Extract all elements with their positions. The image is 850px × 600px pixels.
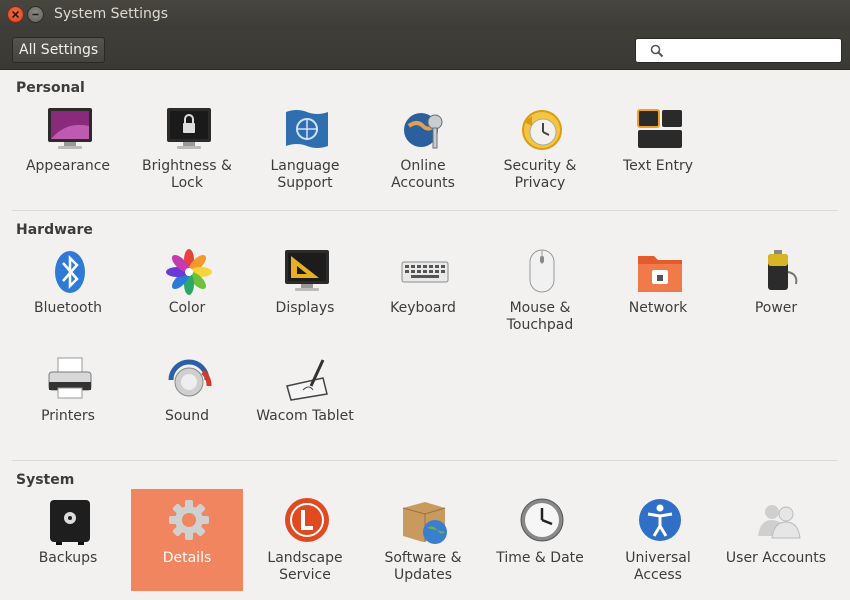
- item-label: Online Accounts: [391, 158, 455, 191]
- software-updates-icon: [402, 502, 447, 544]
- all-settings-button[interactable]: All Settings: [12, 37, 106, 63]
- window-title: System Settings: [54, 6, 169, 22]
- item-label: Text Entry: [622, 158, 693, 174]
- clock-icon: [520, 498, 564, 542]
- item-label: Color: [168, 300, 206, 316]
- item-label: Power: [754, 300, 798, 316]
- color-icon: [166, 249, 212, 295]
- item-label: Software & Updates: [384, 550, 462, 583]
- universal-access-icon: [639, 499, 681, 541]
- keyboard-icon: [401, 261, 449, 283]
- appearance-icon: [48, 108, 92, 149]
- power-icon: [768, 250, 798, 290]
- minimize-icon: [32, 13, 39, 16]
- system-settings-window: System Settings All Settings Personal Ap…: [0, 0, 850, 600]
- security-privacy-icon: [522, 110, 562, 150]
- section-separator: [12, 460, 838, 461]
- user-accounts-icon: [758, 505, 801, 539]
- language-icon: [286, 110, 328, 148]
- item-label: User Accounts: [725, 550, 827, 566]
- item-label: Details: [162, 550, 212, 566]
- close-icon: [11, 10, 20, 19]
- item-label: Printers: [41, 408, 95, 424]
- backups-icon: [50, 500, 90, 545]
- close-button[interactable]: [7, 6, 24, 23]
- item-label: Network: [628, 300, 688, 316]
- item-label: Security & Privacy: [503, 158, 577, 191]
- mouse-icon: [529, 249, 555, 293]
- item-label: Language Support: [270, 158, 340, 191]
- item-label: Backups: [38, 550, 98, 566]
- item-label: Brightness & Lock: [142, 158, 232, 191]
- section-separator: [12, 210, 838, 211]
- item-label: Sound: [164, 408, 210, 424]
- landscape-icon: [285, 498, 329, 542]
- minimize-button[interactable]: [27, 6, 44, 23]
- item-label: Keyboard: [390, 300, 456, 316]
- item-label: Time & Date: [496, 550, 584, 566]
- toolbar: All Settings: [0, 30, 850, 70]
- item-label: Bluetooth: [34, 300, 102, 316]
- section-title-system: System: [16, 472, 75, 488]
- bluetooth-icon: [55, 251, 85, 293]
- printer-icon: [48, 357, 92, 399]
- item-label: Wacom Tablet: [256, 408, 354, 424]
- title-bar: System Settings: [0, 0, 850, 30]
- brightness-lock-icon: [167, 108, 211, 149]
- search-input[interactable]: [670, 42, 835, 60]
- wacom-tablet-icon: [286, 359, 328, 401]
- displays-icon: [285, 250, 329, 291]
- text-entry-icon: [637, 109, 682, 148]
- online-accounts-icon: [404, 113, 443, 149]
- section-title-personal: Personal: [16, 80, 85, 96]
- item-label: Mouse & Touchpad: [506, 300, 574, 333]
- search-icon: [650, 44, 664, 58]
- search-box[interactable]: [635, 38, 842, 63]
- item-label: Universal Access: [625, 550, 691, 583]
- item-label: Appearance: [25, 158, 111, 174]
- sound-icon: [168, 359, 212, 397]
- network-icon: [638, 256, 682, 292]
- details-gear-icon: [169, 500, 209, 540]
- item-label: Landscape Service: [267, 550, 343, 583]
- section-title-hardware: Hardware: [16, 222, 93, 238]
- item-label: Displays: [275, 300, 335, 316]
